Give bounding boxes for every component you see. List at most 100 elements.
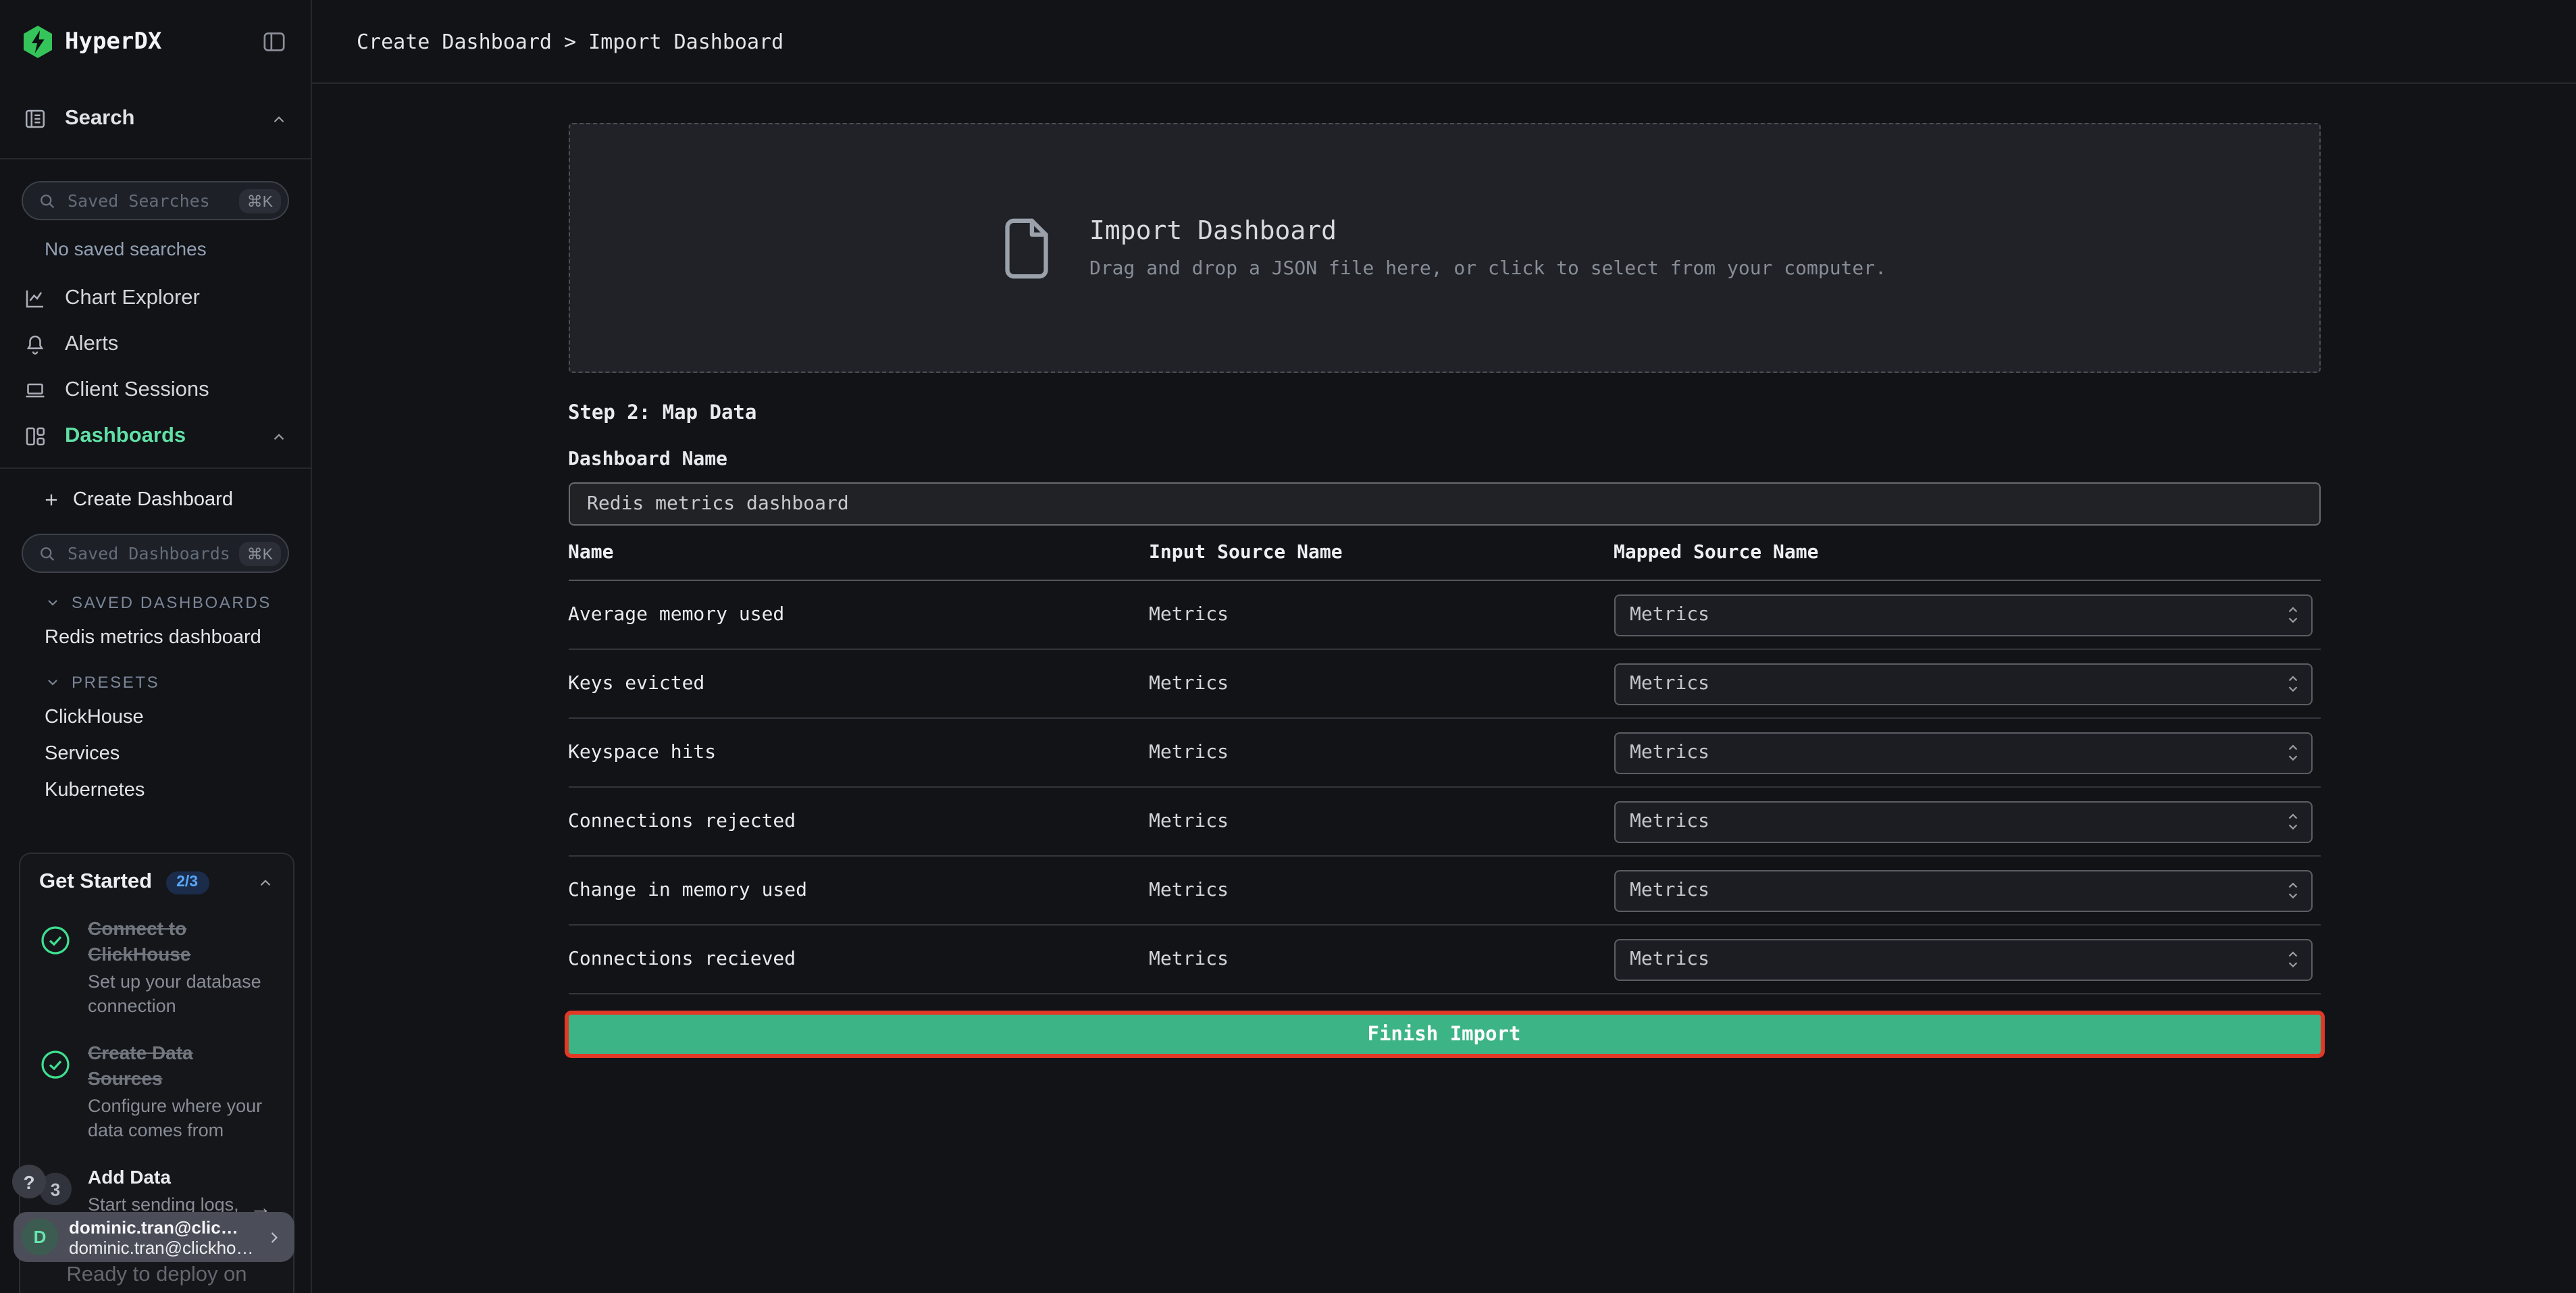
select-chevrons-icon bbox=[2285, 879, 2300, 902]
saved-dashboard-item[interactable]: Redis metrics dashboard bbox=[45, 627, 311, 649]
chart-explorer-icon bbox=[23, 286, 47, 311]
breadcrumb[interactable]: Create Dashboard > Import Dashboard bbox=[357, 29, 783, 53]
sidebar-divider bbox=[0, 158, 311, 159]
topbar: Create Dashboard > Import Dashboard bbox=[312, 0, 2576, 84]
sidebar-divider bbox=[0, 467, 311, 469]
dropzone-title: Import Dashboard bbox=[1089, 216, 1886, 246]
check-circle-icon bbox=[39, 924, 72, 957]
select-value: Metrics bbox=[1630, 948, 1709, 970]
avatar: D bbox=[22, 1219, 58, 1255]
chevron-up-icon bbox=[257, 873, 274, 891]
chevron-right-icon bbox=[265, 1227, 284, 1246]
user-name: dominic.tran@clic… bbox=[69, 1217, 254, 1237]
mapped-source-select[interactable]: Metrics bbox=[1614, 663, 2312, 705]
get-started-step-connect[interactable]: Connect to ClickHouse Set up your databa… bbox=[39, 916, 274, 1019]
step-label: Step 2: Map Data bbox=[568, 403, 2320, 424]
create-dashboard-button[interactable]: Create Dashboard bbox=[0, 480, 311, 520]
row-name: Change in memory used bbox=[568, 880, 1149, 901]
step-title: Connect to ClickHouse bbox=[88, 916, 269, 967]
table-row: Keyspace hits Metrics Metrics bbox=[568, 719, 2320, 788]
chevron-down-icon bbox=[45, 674, 61, 690]
sidebar-item-label: Client Sessions bbox=[65, 378, 209, 403]
select-chevrons-icon bbox=[2285, 948, 2300, 971]
select-chevrons-icon bbox=[2285, 672, 2300, 695]
sidebar-collapse-icon[interactable] bbox=[261, 28, 288, 55]
column-header-input-source: Input Source Name bbox=[1149, 542, 1614, 563]
mapped-source-select[interactable]: Metrics bbox=[1614, 869, 2312, 911]
app-viewport: HyperDX Search Saved Searches ⌘K No save… bbox=[0, 0, 2576, 1293]
mapped-source-select[interactable]: Metrics bbox=[1614, 938, 2312, 980]
saved-dashboards-header-label: SAVED DASHBOARDS bbox=[72, 593, 272, 612]
step-subtitle: Set up your database connection bbox=[88, 970, 269, 1019]
preset-item-kubernetes[interactable]: Kubernetes bbox=[45, 780, 311, 801]
row-name: Connections recieved bbox=[568, 948, 1149, 970]
preset-item-clickhouse[interactable]: ClickHouse bbox=[45, 707, 311, 728]
mapped-source-select[interactable]: Metrics bbox=[1614, 801, 2312, 842]
sidebar-item-dashboards[interactable]: Dashboards bbox=[0, 413, 311, 459]
row-name: Keys evicted bbox=[568, 673, 1149, 694]
table-row: Keys evicted Metrics Metrics bbox=[568, 650, 2320, 719]
preset-item-services[interactable]: Services bbox=[45, 743, 311, 765]
plus-icon bbox=[42, 490, 61, 509]
promo-line1: Ready to deploy on bbox=[39, 1259, 274, 1293]
select-value: Metrics bbox=[1630, 742, 1709, 763]
saved-searches-placeholder: Saved Searches bbox=[68, 191, 210, 211]
sidebar-section-search[interactable]: Search bbox=[0, 96, 311, 142]
table-row: Connections recieved Metrics Metrics bbox=[568, 926, 2320, 994]
import-dropzone[interactable]: Import Dashboard Drag and drop a JSON fi… bbox=[568, 123, 2320, 373]
get-started-header[interactable]: Get Started 2/3 bbox=[39, 870, 274, 894]
chevron-down-icon bbox=[45, 594, 61, 611]
step-subtitle: Configure where your data comes from bbox=[88, 1094, 269, 1144]
get-started-step-sources[interactable]: Create Data Sources Configure where your… bbox=[39, 1040, 274, 1143]
select-chevrons-icon bbox=[2285, 810, 2300, 833]
cloud-promo-text: Ready to deploy on ClickHouse Cloud? bbox=[39, 1259, 274, 1293]
main-area: Import Dashboard Drag and drop a JSON fi… bbox=[312, 84, 2576, 1293]
row-input-source: Metrics bbox=[1149, 948, 1614, 970]
logo-row: HyperDX bbox=[0, 0, 311, 84]
shortcut-badge: ⌘K bbox=[239, 541, 281, 565]
step-title: Create Data Sources bbox=[88, 1040, 269, 1092]
search-icon bbox=[38, 544, 57, 563]
presets-section-header[interactable]: PRESETS bbox=[45, 673, 311, 692]
check-circle-icon bbox=[39, 1048, 72, 1081]
chevron-up-icon bbox=[270, 110, 288, 128]
sidebar-item-label: Chart Explorer bbox=[65, 286, 200, 311]
select-value: Metrics bbox=[1630, 811, 1709, 832]
select-chevrons-icon bbox=[2285, 603, 2300, 626]
dropzone-subtitle: Drag and drop a JSON file here, or click… bbox=[1089, 258, 1886, 280]
table-row: Change in memory used Metrics Metrics bbox=[568, 857, 2320, 926]
row-input-source: Metrics bbox=[1149, 604, 1614, 626]
sidebar-item-client-sessions[interactable]: Client Sessions bbox=[0, 367, 311, 413]
sidebar-item-chart-explorer[interactable]: Chart Explorer bbox=[0, 276, 311, 322]
user-email: dominic.tran@clickho… bbox=[69, 1237, 254, 1257]
presets-header-label: PRESETS bbox=[72, 673, 159, 692]
finish-import-button[interactable]: Finish Import bbox=[568, 1015, 2320, 1054]
dashboards-icon bbox=[23, 424, 47, 449]
saved-dashboards-section-header[interactable]: SAVED DASHBOARDS bbox=[45, 593, 311, 612]
sidebar-item-alerts[interactable]: Alerts bbox=[0, 322, 311, 367]
table-header-row: Name Input Source Name Mapped Source Nam… bbox=[568, 542, 2320, 581]
user-account-chip[interactable]: D dominic.tran@clic… dominic.tran@clickh… bbox=[14, 1212, 294, 1262]
saved-dashboards-input[interactable]: Saved Dashboards ⌘K bbox=[22, 534, 289, 573]
hyperdx-logo-icon bbox=[23, 26, 53, 58]
column-header-name: Name bbox=[568, 542, 1149, 563]
sidebar: HyperDX Search Saved Searches ⌘K No save… bbox=[0, 0, 312, 1293]
mapped-source-select[interactable]: Metrics bbox=[1614, 732, 2312, 774]
step-title: Add Data bbox=[88, 1165, 269, 1191]
laptop-icon bbox=[23, 378, 47, 403]
row-input-source: Metrics bbox=[1149, 673, 1614, 694]
dashboard-name-input[interactable]: Redis metrics dashboard bbox=[568, 482, 2320, 526]
row-input-source: Metrics bbox=[1149, 742, 1614, 763]
progress-badge: 2/3 bbox=[165, 871, 209, 894]
help-button[interactable]: ? bbox=[12, 1165, 46, 1198]
mapped-source-select[interactable]: Metrics bbox=[1614, 594, 2312, 636]
create-dashboard-label: Create Dashboard bbox=[73, 489, 233, 511]
no-saved-searches-text: No saved searches bbox=[45, 238, 311, 259]
file-icon bbox=[1002, 216, 1053, 280]
row-name: Average memory used bbox=[568, 604, 1149, 626]
sidebar-item-label: Dashboards bbox=[65, 424, 186, 449]
row-name: Connections rejected bbox=[568, 811, 1149, 832]
shortcut-badge: ⌘K bbox=[239, 188, 281, 213]
row-input-source: Metrics bbox=[1149, 811, 1614, 832]
saved-searches-input[interactable]: Saved Searches ⌘K bbox=[22, 181, 289, 220]
